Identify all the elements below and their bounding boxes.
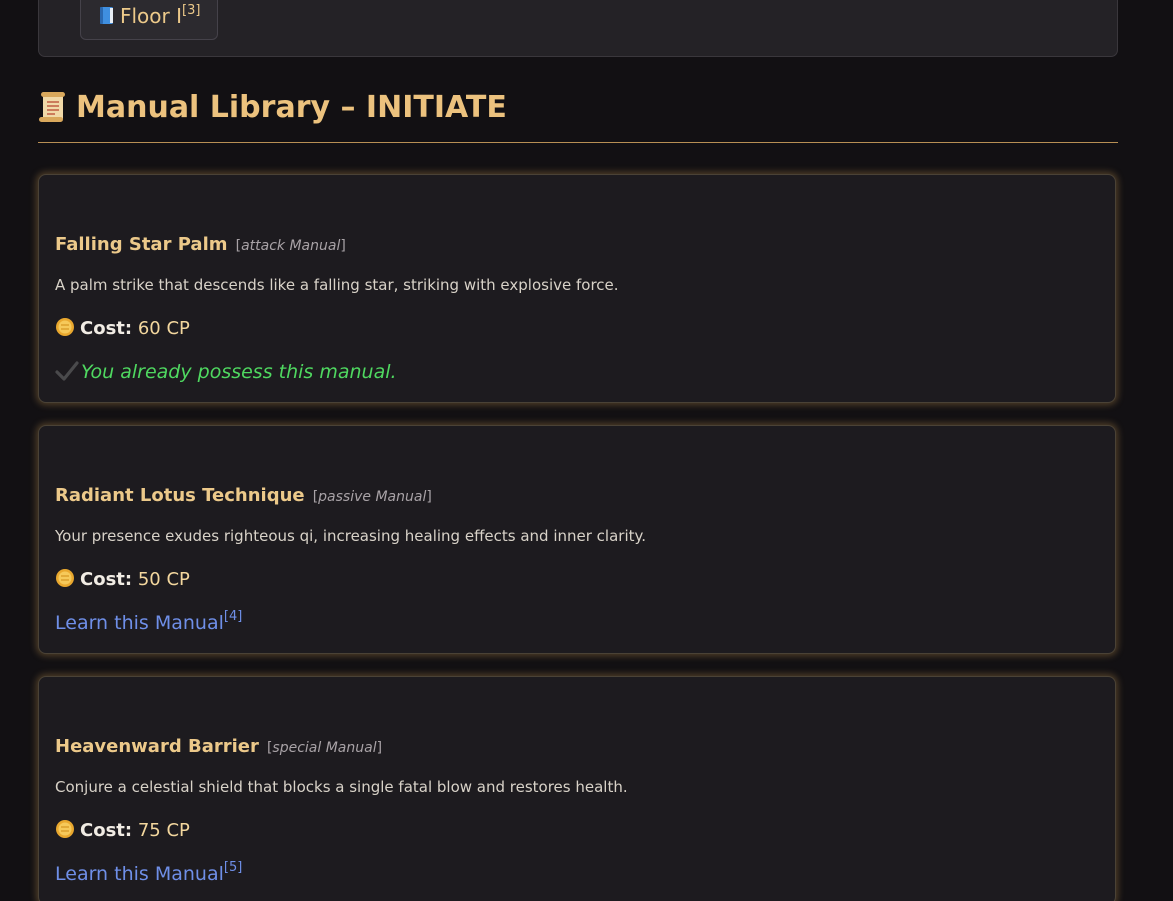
cost-label: Cost: [80, 569, 133, 590]
learn-manual-ref[interactable]: [5] [224, 860, 242, 875]
manual-cost: Cost: 75 CP [55, 819, 190, 841]
manual-title: Falling Star Palm [attack Manual] [55, 234, 346, 255]
manual-title: Radiant Lotus Technique [passive Manual] [55, 485, 432, 506]
manual-description: Your presence exudes righteous qi, incre… [55, 527, 646, 545]
manual-type: [attack Manual] [235, 238, 346, 254]
manual-card-heavenward-barrier: Heavenward Barrier [special Manual] Conj… [38, 676, 1116, 901]
floor-panel: Floor I[3] [38, 0, 1118, 57]
manual-title: Heavenward Barrier [special Manual] [55, 736, 382, 757]
book-icon [100, 7, 113, 24]
section-title: Manual Library – INITIATE [38, 90, 1118, 143]
check-icon [55, 361, 79, 381]
learn-manual-label[interactable]: Learn this Manual [55, 612, 224, 634]
manual-name: Falling Star Palm [55, 234, 228, 255]
page: Floor I[3] Manual Library – INITIATE Fal… [0, 0, 1173, 901]
floor-button[interactable]: Floor I[3] [80, 0, 218, 40]
owned-status: You already possess this manual. [55, 361, 397, 383]
floor-ref[interactable]: [3] [182, 3, 200, 18]
cost-value: 60 CP [137, 318, 190, 339]
learn-manual-link[interactable]: Learn this Manual[5] [55, 860, 242, 885]
manual-name: Heavenward Barrier [55, 736, 259, 757]
manual-type: [passive Manual] [312, 489, 432, 505]
manual-description: A palm strike that descends like a falli… [55, 276, 619, 294]
coin-icon [56, 820, 74, 838]
manual-card-radiant-lotus: Radiant Lotus Technique [passive Manual]… [38, 425, 1116, 654]
manual-cost: Cost: 50 CP [55, 568, 190, 590]
manual-description: Conjure a celestial shield that blocks a… [55, 778, 628, 796]
manual-name: Radiant Lotus Technique [55, 485, 305, 506]
owned-status-text: You already possess this manual. [81, 361, 397, 383]
learn-manual-ref[interactable]: [4] [224, 609, 242, 624]
coin-icon [56, 318, 74, 336]
coin-icon [56, 569, 74, 587]
manual-card-falling-star-palm: Falling Star Palm [attack Manual] A palm… [38, 174, 1116, 403]
scroll-icon [39, 92, 65, 122]
manual-cost: Cost: 60 CP [55, 317, 190, 339]
cost-label: Cost: [80, 318, 133, 339]
learn-manual-link[interactable]: Learn this Manual[4] [55, 609, 242, 634]
manual-type: [special Manual] [266, 740, 383, 756]
floor-label: Floor I [120, 4, 183, 28]
cost-label: Cost: [80, 820, 133, 841]
section-title-text: Manual Library – INITIATE [76, 90, 507, 125]
cost-value: 75 CP [137, 820, 190, 841]
cost-value: 50 CP [137, 569, 190, 590]
learn-manual-label[interactable]: Learn this Manual [55, 863, 224, 885]
